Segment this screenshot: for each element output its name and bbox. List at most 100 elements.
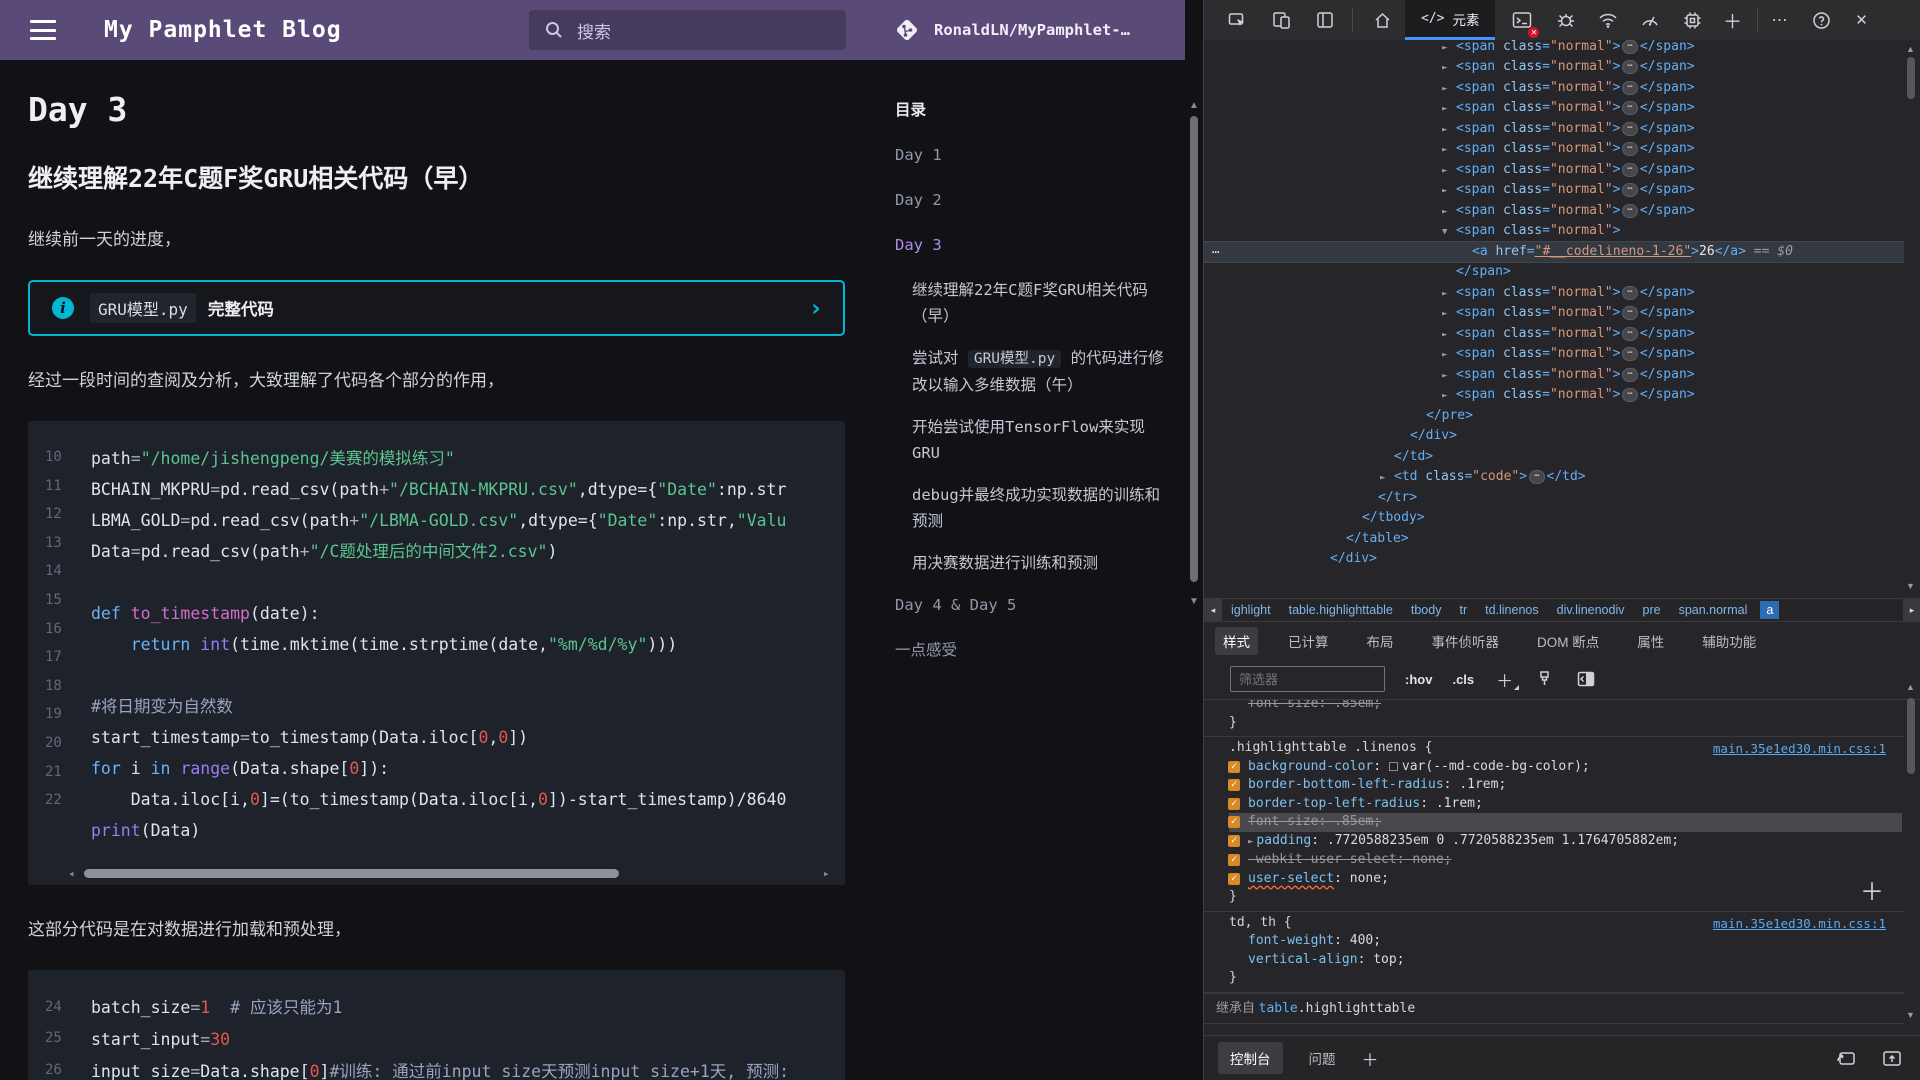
add-style-rule-button[interactable]: ＋ [1860,872,1884,907]
scroll-down-icon[interactable]: ▼ [1906,581,1915,591]
dom-tree-row[interactable]: </div> [1204,426,1904,447]
dock-panel-icon[interactable] [1310,5,1340,35]
expand-arrow-icon[interactable]: ► [1442,325,1456,346]
dom-tree-row[interactable]: </tr> [1204,488,1904,509]
collapsed-content-icon[interactable]: ⋯ [1622,204,1637,218]
css-property[interactable]: font-size: .85em; [1229,700,1904,714]
expand-arrow-icon[interactable]: ► [1442,345,1456,366]
toc-item[interactable]: Day 2 [895,187,1167,213]
device-emulation-icon[interactable] [1266,5,1296,35]
collapsed-content-icon[interactable]: ⋯ [1622,81,1637,95]
inspect-icon[interactable] [1222,5,1252,35]
collapsed-content-icon[interactable]: ⋯ [1622,60,1637,74]
expand-arrow-icon[interactable]: ► [1442,58,1456,79]
expand-arrow-icon[interactable]: ► [1442,181,1456,202]
css-property[interactable]: vertical-align: top; [1229,951,1904,970]
search-input[interactable]: 搜索 [529,10,846,50]
add-drawer-tab-button[interactable]: ＋ [1362,1046,1379,1071]
dom-tree-row[interactable]: ►<span class="normal">⋯</span> [1204,98,1904,119]
home-icon[interactable] [1367,5,1397,35]
breadcrumb-next-icon[interactable]: ▸ [1903,599,1920,621]
styles-scrollbar[interactable]: ▲ ▼ [1904,662,1918,1032]
expand-chevron-icon[interactable]: › [809,294,823,322]
paint-brush-icon[interactable] [1529,664,1559,694]
dom-tree-row[interactable]: ►<span class="normal">⋯</span> [1204,40,1904,57]
breadcrumb-item[interactable]: pre [1643,603,1661,617]
dom-tree-row[interactable]: ►<span class="normal">⋯</span> [1204,385,1904,406]
dom-tree-row[interactable]: ►<span class="normal">⋯</span> [1204,78,1904,99]
expand-arrow-icon[interactable]: ► [1380,468,1394,489]
expand-arrow-icon[interactable]: ► [1442,386,1456,407]
toc-item[interactable]: 继续理解22年C题F奖GRU相关代码（早） [895,277,1167,329]
dom-tree-row[interactable]: </tbody> [1204,508,1904,529]
performance-icon[interactable] [1635,5,1665,35]
expand-arrow-icon[interactable]: ► [1442,304,1456,325]
expand-arrow-icon[interactable]: ► [1442,284,1456,305]
network-icon[interactable] [1593,5,1623,35]
css-property[interactable]: font-weight: 400; [1229,932,1904,951]
dom-tree-row[interactable]: ►<span class="normal">⋯</span> [1204,365,1904,386]
code-horizontal-scrollbar[interactable]: ◂ ▸ [68,867,835,879]
scroll-up-icon[interactable]: ▲ [1906,44,1915,54]
new-style-rule-button[interactable]: ＋ [1496,667,1513,692]
expand-arrow-icon[interactable]: ► [1442,366,1456,387]
dom-tree-row[interactable]: ►<td class="code">⋯</td> [1204,467,1904,488]
scrollbar-thumb[interactable] [1907,57,1915,99]
collapsed-content-icon[interactable]: ⋯ [1622,306,1637,320]
hover-state-button[interactable]: :hov [1405,672,1432,687]
toc-item[interactable]: Day 4 & Day 5 [895,592,1167,618]
collapsed-content-icon[interactable]: ⋯ [1622,286,1637,300]
dom-tree-row[interactable]: </table> [1204,529,1904,550]
scrollbar-thumb[interactable] [84,869,619,878]
expand-arrow-icon[interactable]: ► [1442,140,1456,161]
tab-panel[interactable]: 布局 [1359,627,1402,655]
close-icon[interactable]: ✕ [1846,5,1876,35]
property-checkbox[interactable]: ✓ [1228,854,1240,866]
dom-tree-row[interactable]: ►<span class="normal">⋯</span> [1204,119,1904,140]
breadcrumb-item[interactable]: tbody [1411,603,1442,617]
page-scrollbar[interactable]: ▲ ▼ [1185,0,1203,1080]
toc-item[interactable]: 尝试对 GRU模型.py 的代码进行修改以输入多维数据（午） [895,345,1167,398]
collapsed-content-icon[interactable]: ⋯ [1622,347,1637,361]
expand-arrow-icon[interactable]: ► [1442,99,1456,120]
expand-arrow-icon[interactable]: ► [1442,41,1456,55]
scroll-down-icon[interactable]: ▼ [1906,1010,1915,1020]
collapse-arrow-icon[interactable]: ▼ [1442,222,1456,243]
debugger-icon[interactable] [1551,5,1581,35]
styles-filter-input[interactable] [1230,666,1385,692]
scroll-left-icon[interactable]: ◂ [68,867,80,880]
dom-tree-row[interactable]: ►<span class="normal">⋯</span> [1204,160,1904,181]
breadcrumb-item[interactable]: div.linenodiv [1557,603,1625,617]
dom-tree-row[interactable]: ►<span class="normal">⋯</span> [1204,324,1904,345]
expand-arrow-icon[interactable]: ► [1442,202,1456,223]
dom-tree-scrollbar[interactable]: ▲ ▼ [1904,40,1918,598]
toc-item[interactable]: Day 1 [895,142,1167,168]
scroll-up-icon[interactable]: ▲ [1189,100,1199,111]
tab-issues[interactable]: 问题 [1297,1042,1348,1074]
tab-console[interactable]: 控制台 [1218,1042,1283,1074]
repo-link[interactable]: RonaldLN/MyPamphlet-… [892,0,1130,60]
dom-tree-row[interactable]: ►<span class="normal">⋯</span> [1204,344,1904,365]
tab-panel[interactable]: 已计算 [1280,627,1337,655]
more-icon[interactable]: ⋯ [1764,5,1794,35]
collapsed-content-icon[interactable]: ⋯ [1622,368,1637,382]
tab-panel[interactable]: DOM 断点 [1529,627,1607,655]
frame-refresh-icon[interactable] [1831,1043,1861,1073]
dom-tree-row[interactable]: ▼<span class="normal"> [1204,221,1904,242]
breadcrumb-item[interactable]: td.linenos [1485,603,1539,617]
dom-tree-row[interactable]: ►<span class="normal">⋯</span> [1204,180,1904,201]
tab-panel[interactable]: 辅助功能 [1694,627,1764,655]
css-property[interactable]: ✓border-top-left-radius: .1rem; [1229,795,1904,814]
dom-tree-row[interactable]: </div> [1204,549,1904,570]
css-property[interactable]: ✓border-bottom-left-radius: .1rem; [1229,776,1904,795]
dom-tree-row[interactable]: ⋯<a href="#__codelineno-1-26">26</a> == … [1204,242,1904,263]
color-swatch-icon[interactable] [1389,762,1398,771]
css-property[interactable]: ✓background-color: var(--md-code-bg-colo… [1229,758,1904,777]
collapsed-content-icon[interactable]: ⋯ [1622,388,1637,402]
expand-arrow-icon[interactable]: ► [1442,161,1456,182]
console-icon[interactable]: ✕ [1507,5,1537,35]
dom-tree-row[interactable]: ►<span class="normal">⋯</span> [1204,201,1904,222]
scroll-down-icon[interactable]: ▼ [1189,596,1199,607]
breadcrumb-item[interactable]: tr [1459,603,1467,617]
tab-styles[interactable]: 样式 [1215,627,1258,655]
